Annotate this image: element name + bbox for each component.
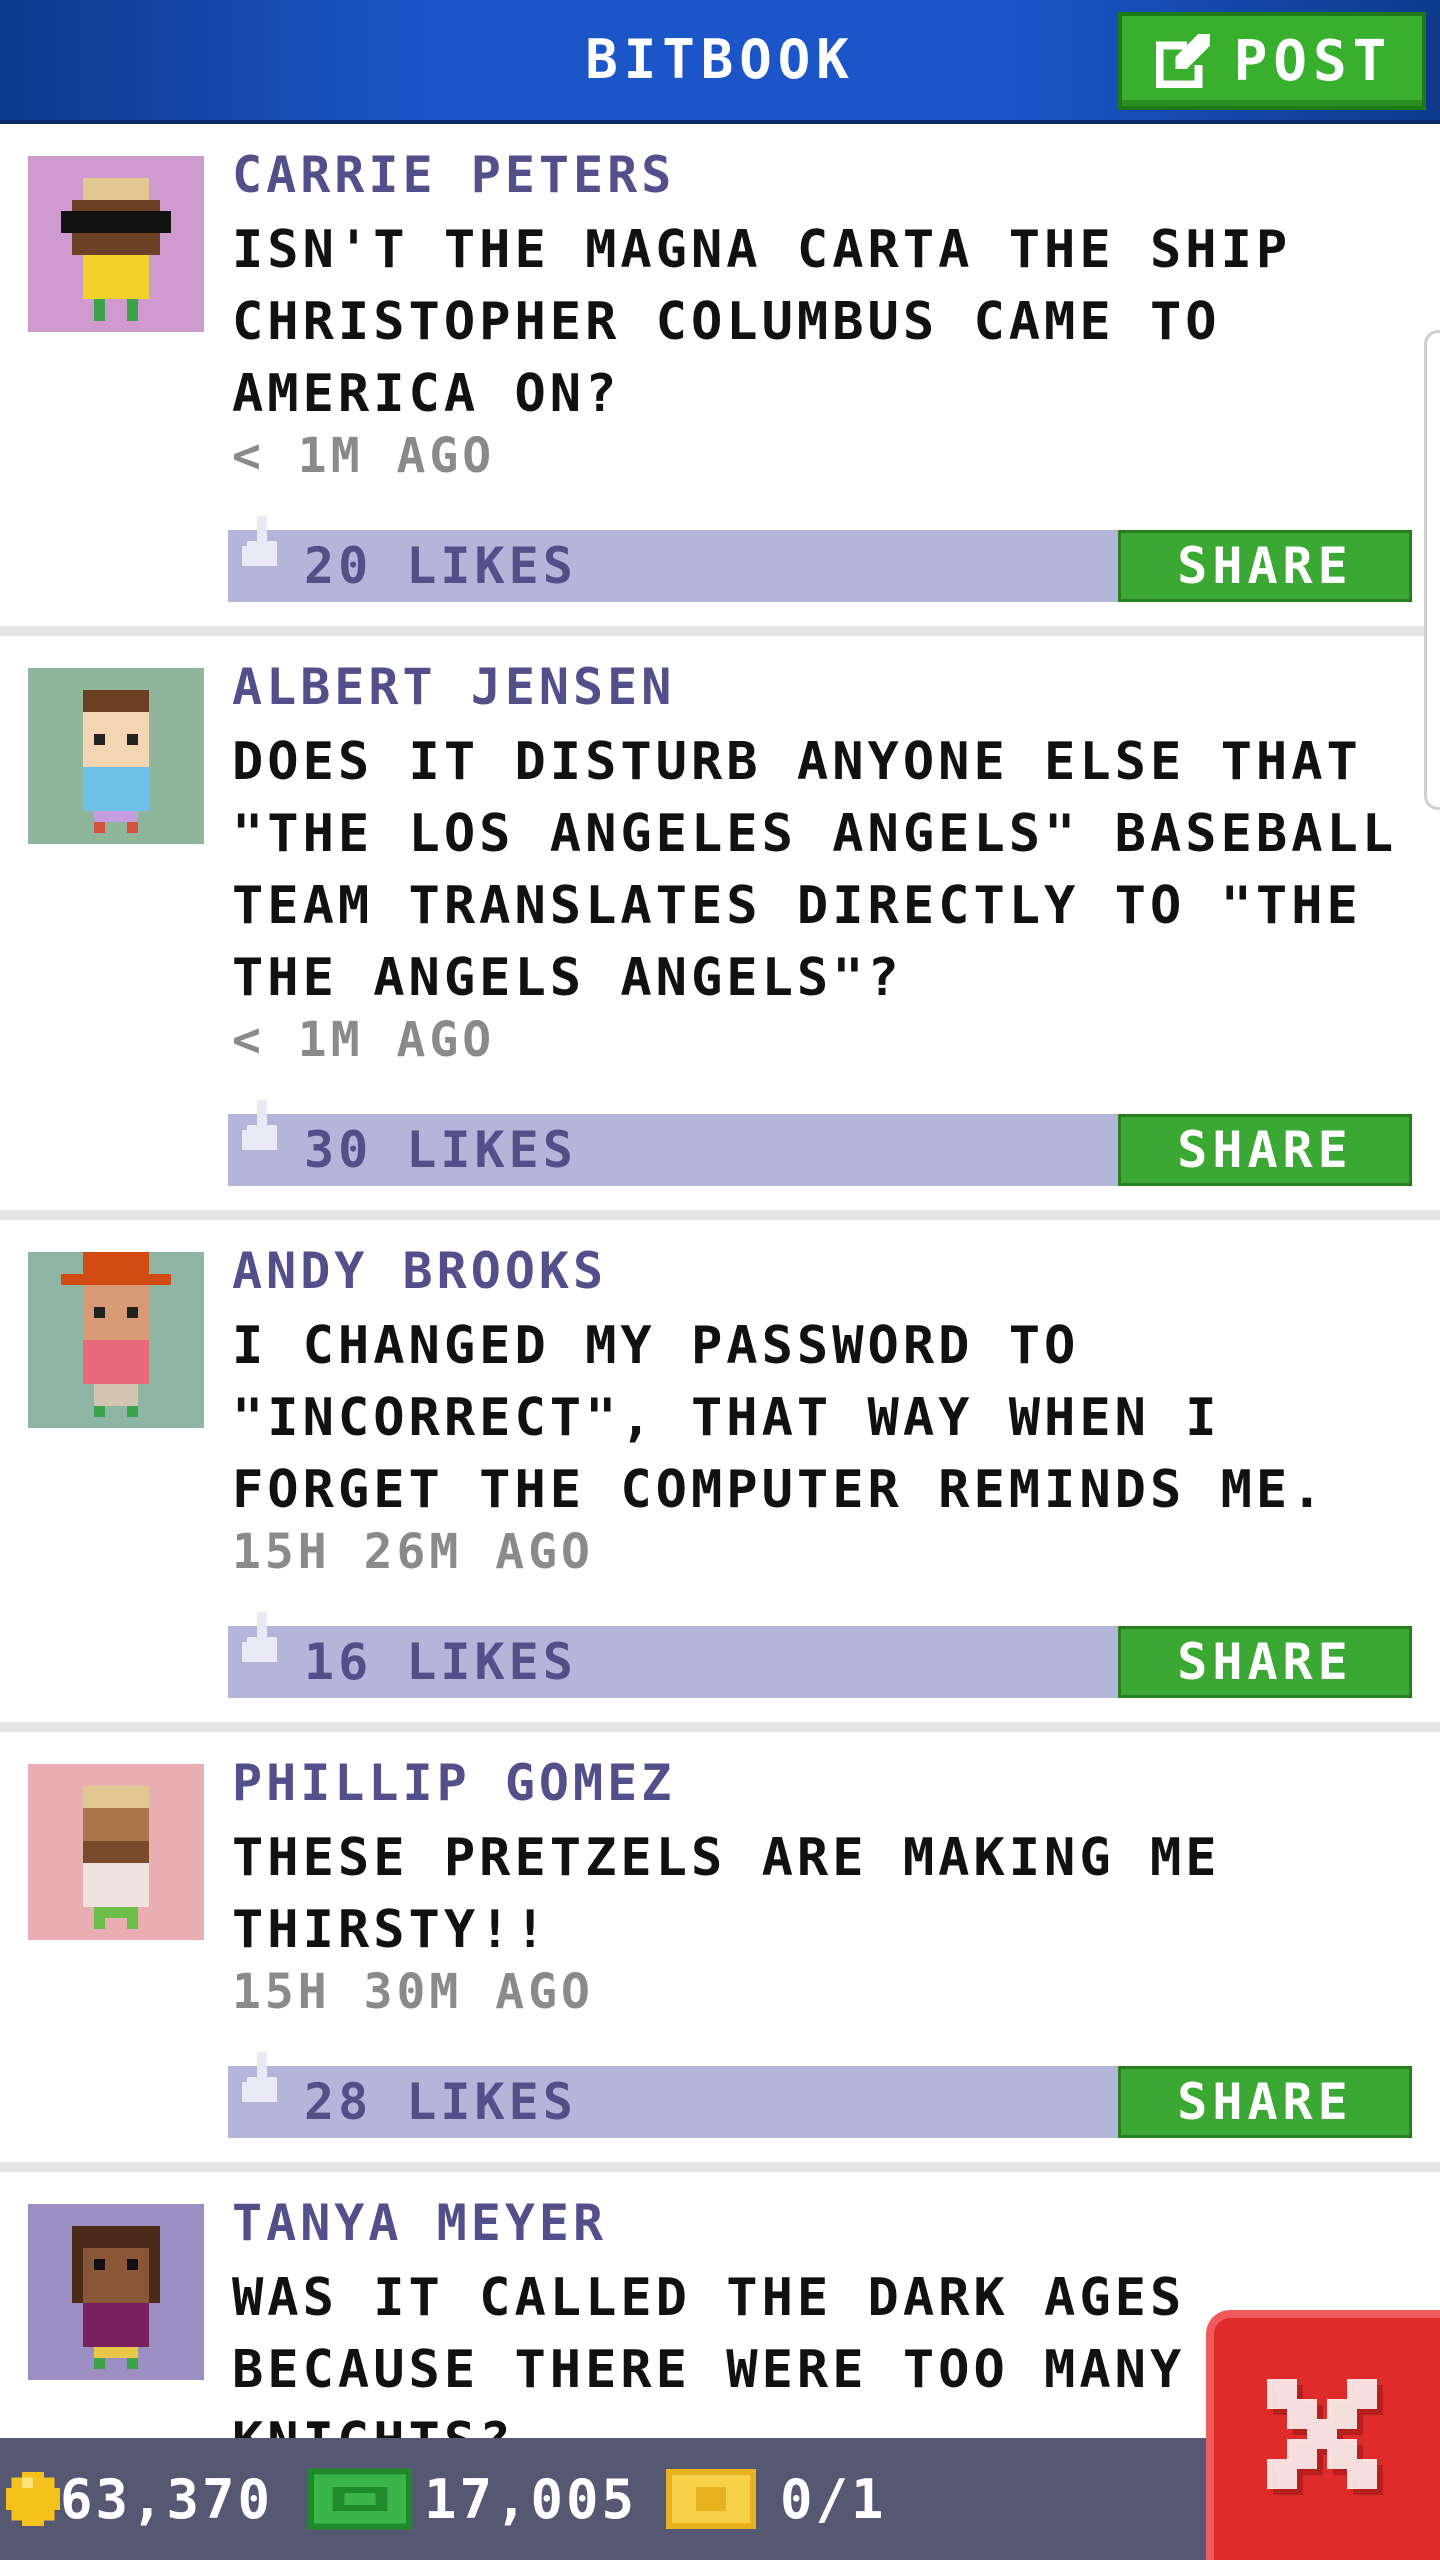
ticket-icon — [666, 2469, 756, 2529]
post-author[interactable]: ANDY BROOKS — [232, 1242, 607, 1300]
post-text-line: FORGET THE COMPUTER REMINDS ME. — [232, 1460, 1327, 1520]
post-author[interactable]: ALBERT JENSEN — [232, 658, 675, 716]
share-button[interactable]: SHARE — [1118, 1626, 1412, 1698]
coins-stat: 63,370 — [6, 2438, 273, 2560]
avatar[interactable] — [28, 1252, 204, 1428]
post-text-line: I CHANGED MY PASSWORD TO — [232, 1316, 1080, 1376]
likes-count[interactable]: 20 LIKES — [304, 530, 577, 602]
divider — [0, 626, 1440, 636]
avatar-tanya-meyer — [28, 2204, 204, 2380]
scrollbar[interactable] — [1424, 330, 1440, 810]
post-text: DOES IT DISTURB ANYONE ELSE THAT "THE LO… — [232, 726, 1412, 1014]
bux-icon — [308, 2468, 412, 2530]
post-button-label: POST — [1233, 28, 1393, 94]
post-text-line: DOES IT DISTURB ANYONE ELSE THAT — [232, 732, 1362, 792]
tickets-stat: 0/1 — [666, 2438, 887, 2560]
post-time: 15H 26M AGO — [232, 1524, 594, 1580]
share-button[interactable]: SHARE — [1118, 1114, 1412, 1186]
avatar-albert-jensen — [28, 668, 204, 844]
post-text-line: AMERICA ON? — [232, 364, 621, 424]
likes-bar: 20 LIKES SHARE — [228, 516, 1412, 602]
compose-icon — [1155, 33, 1210, 89]
post-text-line: "THE LOS ANGELES ANGELS" BASEBALL — [232, 804, 1398, 864]
thumbs-up-icon — [242, 2052, 277, 2102]
coin-icon — [6, 2472, 60, 2526]
bux-stat: 17,005 — [308, 2438, 637, 2560]
post-author[interactable]: CARRIE PETERS — [232, 146, 675, 204]
likes-bar: 16 LIKES SHARE — [228, 1612, 1412, 1698]
post-text-line: "INCORRECT", THAT WAY WHEN I — [232, 1388, 1221, 1448]
share-button[interactable]: SHARE — [1118, 2066, 1412, 2138]
post-author[interactable]: TANYA MEYER — [232, 2194, 607, 2252]
share-button[interactable]: SHARE — [1118, 530, 1412, 602]
avatar[interactable] — [28, 2204, 204, 2380]
post-text: ISN'T THE MAGNA CARTA THE SHIP CHRISTOPH… — [232, 214, 1412, 430]
likes-count[interactable]: 30 LIKES — [304, 1114, 577, 1186]
post-author[interactable]: PHILLIP GOMEZ — [232, 1754, 675, 1812]
avatar[interactable] — [28, 156, 204, 332]
feed[interactable]: CARRIE PETERS ISN'T THE MAGNA CARTA THE … — [0, 124, 1440, 2438]
post-text-line: THESE PRETZELS ARE MAKING ME — [232, 1828, 1221, 1888]
post-text-line: THIRSTY!! — [232, 1900, 550, 1960]
post-text-line: THE ANGELS ANGELS"? — [232, 948, 903, 1008]
post-text: I CHANGED MY PASSWORD TO "INCORRECT", TH… — [232, 1310, 1412, 1526]
likes-bar: 30 LIKES SHARE — [228, 1100, 1412, 1186]
avatar-andy-brooks — [28, 1252, 204, 1428]
close-button[interactable] — [1206, 2310, 1440, 2560]
post-time: < 1M AGO — [232, 1012, 496, 1068]
thumbs-up-icon — [242, 1612, 277, 1662]
avatar-phillip-gomez — [28, 1764, 204, 1940]
post-button[interactable]: POST — [1118, 12, 1426, 110]
likes-count[interactable]: 28 LIKES — [304, 2066, 577, 2138]
avatar-carrie-peters — [28, 156, 204, 332]
likes-count[interactable]: 16 LIKES — [304, 1626, 577, 1698]
bux-count: 17,005 — [424, 2467, 638, 2531]
coins-count: 63,370 — [60, 2467, 274, 2531]
post-time: < 1M AGO — [232, 428, 496, 484]
divider — [0, 1210, 1440, 1220]
divider — [0, 2162, 1440, 2172]
likes-bar: 28 LIKES SHARE — [228, 2052, 1412, 2138]
post-text-line: TEAM TRANSLATES DIRECTLY TO "THE — [232, 876, 1362, 936]
post-time: 15H 30M AGO — [232, 1964, 594, 2020]
thumbs-up-icon — [242, 1100, 277, 1150]
divider — [0, 1722, 1440, 1732]
post-text: THESE PRETZELS ARE MAKING ME THIRSTY!! — [232, 1822, 1412, 1966]
close-icon — [1267, 2379, 1383, 2495]
post-text-line: CHRISTOPHER COLUMBUS CAME TO — [232, 292, 1221, 352]
avatar[interactable] — [28, 1764, 204, 1940]
post-text-line: ISN'T THE MAGNA CARTA THE SHIP — [232, 220, 1292, 280]
top-bar: BITBOOK POST — [0, 0, 1440, 124]
thumbs-up-icon — [242, 516, 277, 566]
tickets-count: 0/1 — [780, 2467, 887, 2531]
avatar[interactable] — [28, 668, 204, 844]
